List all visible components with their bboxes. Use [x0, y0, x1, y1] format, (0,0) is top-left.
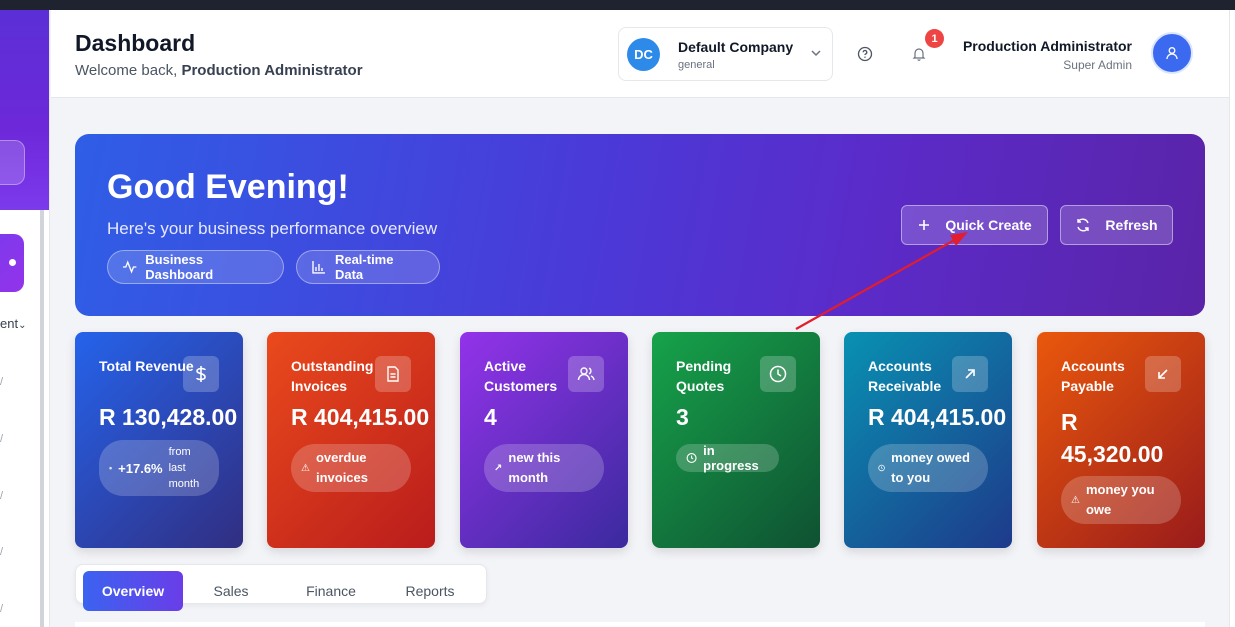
sidebar-search-button[interactable] — [0, 140, 25, 185]
card-status-pill: ⚠ overdue invoices — [291, 444, 411, 492]
page-title: Dashboard — [75, 30, 196, 56]
tab-finance[interactable]: Finance — [288, 571, 374, 611]
refresh-button[interactable]: Refresh — [1060, 205, 1173, 245]
card-value: R 45,320.00 — [1061, 406, 1163, 470]
page-scrollbar-track[interactable] — [1229, 10, 1235, 627]
clock-icon — [686, 452, 697, 464]
company-name: Default Company — [678, 39, 794, 55]
card-value-amount: 45,320.00 — [1061, 441, 1164, 467]
refresh-icon — [1077, 218, 1090, 232]
arrow-down-left-icon — [1145, 356, 1181, 392]
card-value: R 404,415.00 — [868, 404, 1007, 430]
chevron-down-icon: ⌄ — [18, 320, 27, 331]
trend-caption: from last month — [168, 446, 200, 490]
help-icon[interactable] — [857, 46, 873, 62]
chip-label: Business Dashboard — [145, 252, 214, 282]
dollar-icon — [183, 356, 219, 392]
quick-create-button[interactable]: Quick Create — [901, 205, 1048, 245]
status-text: money you owe — [1085, 482, 1155, 517]
clock-icon — [878, 464, 885, 472]
card-status-pill: money owed to you — [868, 444, 988, 492]
card-value-currency: R — [1061, 409, 1078, 435]
user-icon — [1166, 47, 1178, 60]
sidebar-item-chevron-icon[interactable]: / — [0, 546, 8, 558]
top-header: Dashboard Welcome back, Production Admin… — [51, 10, 1229, 98]
card-value: 4 — [484, 404, 497, 430]
sidebar: ent⌄ / / / / / — [0, 10, 50, 627]
chevron-down-icon — [811, 50, 821, 57]
sidebar-section-label[interactable]: ent⌄ — [0, 316, 26, 331]
greeting-title: Good Evening! — [107, 168, 349, 206]
sidebar-item-chevron-icon[interactable]: / — [0, 433, 8, 445]
trending-up-icon: ↗ — [494, 462, 503, 474]
tab-sales[interactable]: Sales — [191, 571, 271, 611]
user-name: Production Administrator — [962, 38, 1132, 54]
quick-create-label: Quick Create — [945, 217, 1032, 233]
tab-reports[interactable]: Reports — [388, 571, 472, 611]
active-customers-card[interactable]: Active Customers 4 ↗ new this month — [460, 332, 628, 548]
trend-value: +17.6% — [118, 460, 163, 476]
welcome-message: Welcome back, Production Administrator — [75, 62, 363, 79]
total-revenue-card[interactable]: Total Revenue R 130,428.00 • +17.6% from… — [75, 332, 243, 548]
plus-icon — [919, 220, 930, 230]
status-text: money owed to you — [891, 450, 970, 485]
card-value: R 130,428.00 — [99, 404, 238, 430]
user-role: Super Admin — [1063, 58, 1132, 72]
card-status-pill: ⚠ money you owe — [1061, 476, 1181, 524]
notification-count-badge: 1 — [925, 29, 944, 48]
company-selector[interactable]: DC Default Company general — [618, 27, 833, 81]
active-dot-icon — [9, 259, 16, 266]
outstanding-invoices-card[interactable]: Outstanding Invoices R 404,415.00 ⚠ over… — [267, 332, 435, 548]
warning-icon: ⚠ — [1071, 494, 1080, 506]
window-top-strip — [0, 0, 1235, 10]
pending-quotes-card[interactable]: Pending Quotes 3 in progress — [652, 332, 820, 548]
document-icon — [375, 356, 411, 392]
refresh-label: Refresh — [1105, 217, 1158, 233]
activity-icon — [122, 260, 137, 274]
status-text: overdue invoices — [315, 450, 368, 485]
accounts-receivable-card[interactable]: Accounts Receivable R 404,415.00 money o… — [844, 332, 1012, 548]
card-value: 3 — [676, 404, 689, 430]
sidebar-item-chevron-icon[interactable]: / — [0, 376, 8, 388]
warning-icon: ⚠ — [301, 462, 310, 474]
real-time-data-chip[interactable]: Real-time Data — [296, 250, 440, 284]
card-status-pill: ↗ new this month — [484, 444, 604, 492]
status-text: in progress — [703, 443, 759, 473]
clock-icon — [760, 356, 796, 392]
arrow-up-right-icon — [952, 356, 988, 392]
sidebar-scrollbar[interactable] — [40, 210, 44, 627]
sidebar-item-chevron-icon[interactable]: / — [0, 490, 8, 502]
company-avatar: DC — [627, 38, 660, 71]
user-avatar[interactable] — [1151, 32, 1193, 74]
company-subtitle: general — [678, 59, 715, 71]
greeting-subtitle: Here's your business performance overvie… — [107, 219, 438, 238]
dashboard-tabs: Overview Sales Finance Reports — [75, 564, 487, 611]
hero-banner: Good Evening! Here's your business perfo… — [75, 134, 1205, 316]
sidebar-brand-area — [0, 10, 49, 210]
card-trend-pill: • +17.6% from last month — [99, 440, 219, 496]
chip-label: Real-time Data — [334, 252, 394, 282]
sidebar-item-active[interactable] — [0, 234, 24, 292]
content-panel-edge — [75, 622, 1205, 627]
bar-chart-icon — [312, 261, 325, 274]
users-icon — [568, 356, 604, 392]
business-dashboard-chip[interactable]: Business Dashboard — [107, 250, 284, 284]
sidebar-item-chevron-icon[interactable]: / — [0, 603, 8, 615]
card-status-pill: in progress — [676, 443, 779, 473]
bell-icon[interactable] — [911, 46, 927, 62]
status-text: new this month — [508, 450, 561, 485]
accounts-payable-card[interactable]: Accounts Payable R 45,320.00 ⚠ money you… — [1037, 332, 1205, 548]
tab-overview[interactable]: Overview — [83, 571, 183, 611]
card-value: R 404,415.00 — [291, 404, 430, 430]
trend-dot-icon: • — [109, 463, 113, 473]
